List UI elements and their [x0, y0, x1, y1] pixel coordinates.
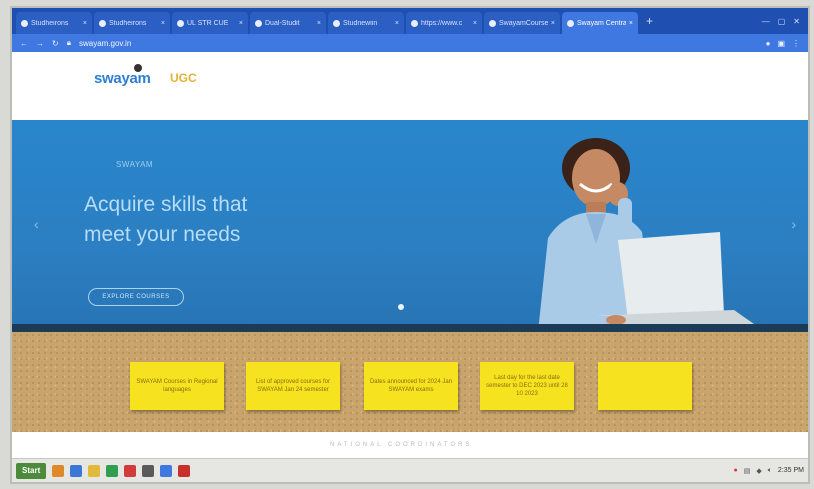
url-field[interactable]: swayam.gov.in [79, 39, 758, 48]
browser-tab[interactable]: https://www.c × [406, 12, 482, 34]
tab-label: Studheirons [109, 19, 147, 27]
chevron-left-icon[interactable]: ‹ [34, 216, 39, 232]
opera-icon[interactable] [124, 464, 137, 477]
browser-tab[interactable]: Studheirons × [16, 12, 92, 34]
minimize-icon[interactable]: — [762, 17, 770, 26]
announcement-board: SWAYAM Courses in Regional languages Lis… [12, 332, 808, 432]
shield-icon[interactable]: ◆ [756, 467, 761, 475]
browser-toolbar: ● ▣ ⋮ [766, 39, 800, 48]
close-icon[interactable]: × [317, 20, 321, 27]
footer-section: NATIONAL COORDINATORS [12, 432, 808, 458]
reload-icon[interactable]: ↻ [52, 39, 59, 48]
pdf-icon[interactable] [178, 464, 191, 477]
hero-eyebrow: SWAYAM [116, 160, 154, 169]
hero-title-line: Acquire skills that [84, 193, 248, 216]
lock-icon: 🔒︎ [66, 38, 71, 47]
start-button[interactable]: Start [16, 462, 47, 479]
browser-tab[interactable]: Studheirons × [94, 12, 170, 34]
browser-tab-strip: Studheirons × Studheirons × UL STR CUE × Du… [12, 8, 808, 34]
carousel-indicator[interactable] [398, 304, 404, 310]
menu-icon[interactable]: ⋮ [792, 39, 800, 48]
hero-banner: ‹ SWAYAM Acquire skills that meet your n… [12, 120, 808, 332]
favicon-icon [411, 19, 418, 27]
os-taskbar: Start ● ▤ ◆ 🔈︎ 2:35 PM [12, 458, 808, 482]
announcement-note[interactable]: Last day for the last date semester to D… [480, 362, 574, 410]
favicon-icon [99, 19, 106, 27]
tab-label: SwayamCourse [499, 19, 548, 27]
close-icon[interactable]: × [161, 20, 165, 27]
firefox-icon[interactable] [52, 464, 65, 477]
hero-title: Acquire skills that meet your needs [84, 190, 314, 250]
chevron-right-icon[interactable]: › [791, 216, 796, 232]
volume-icon[interactable]: 🔈︎ [768, 467, 772, 475]
tab-label: UL STR CUE [187, 19, 229, 27]
announcement-note[interactable]: SWAYAM Courses in Regional languages [130, 362, 224, 410]
favicon-icon [255, 19, 262, 27]
swayam-logo[interactable]: swayam [94, 70, 151, 87]
announcement-note[interactable]: List of approved courses for SWAYAM Jan … [246, 362, 340, 410]
taskbar-clock: 2:35 PM [777, 467, 804, 474]
hero-title-line: meet your needs [84, 223, 241, 246]
announcement-note[interactable] [598, 362, 692, 410]
explore-courses-button[interactable]: EXPLORE COURSES [88, 288, 184, 306]
back-icon[interactable]: ← [20, 39, 28, 48]
favicon-icon [333, 19, 340, 27]
browser-tab[interactable]: SwayamCourse × [484, 12, 560, 34]
favicon-icon [177, 19, 184, 27]
footer-heading: NATIONAL COORDINATORS [330, 442, 473, 448]
window-controls: — ▢ ✕ [762, 17, 808, 26]
folder-icon[interactable] [88, 464, 101, 477]
tab-label: Swayam Central [577, 19, 626, 27]
site-header: swayam UGC [12, 52, 808, 120]
tab-label: Studnewiin [343, 19, 378, 27]
close-icon[interactable]: × [473, 20, 477, 27]
profile-icon[interactable]: ● [766, 39, 771, 48]
monitor-screen: Studheirons × Studheirons × UL STR CUE × Du… [12, 8, 808, 482]
browser-tab[interactable]: Studnewiin × [328, 12, 404, 34]
maximize-icon[interactable]: ▢ [778, 17, 786, 26]
system-tray: ● ▤ ◆ 🔈︎ 2:35 PM [733, 467, 804, 475]
browser-tab[interactable]: UL STR CUE × [172, 12, 248, 34]
tab-label: Dual-Studit [265, 19, 300, 27]
announcement-note[interactable]: Dates announced for 2024 Jan SWAYAM exam… [364, 362, 458, 410]
close-icon[interactable]: × [239, 20, 243, 27]
student-with-laptop-image [538, 138, 754, 332]
ugc-logo: UGC [170, 71, 197, 85]
hero-bottom-edge [12, 324, 808, 332]
opera-tray-icon[interactable]: ● [733, 467, 737, 474]
browser-icon[interactable] [70, 464, 83, 477]
favicon-icon [489, 19, 496, 27]
tab-label: Studheirons [31, 19, 69, 27]
network-icon[interactable]: ▤ [744, 467, 751, 475]
favicon-icon [21, 19, 28, 27]
address-bar: ← → ↻ 🔒︎ swayam.gov.in ● ▣ ⋮ [12, 34, 808, 52]
tab-label: https://www.c [421, 19, 463, 27]
new-tab-icon[interactable]: + [640, 14, 659, 28]
chrome-icon[interactable] [160, 464, 173, 477]
app-icon[interactable] [142, 464, 155, 477]
forward-icon[interactable]: → [36, 39, 44, 48]
close-icon[interactable]: × [395, 20, 399, 27]
browser-tab[interactable]: Dual-Studit × [250, 12, 326, 34]
browser-tab-active[interactable]: Swayam Central × [562, 12, 638, 34]
close-icon[interactable]: × [83, 20, 87, 27]
close-window-icon[interactable]: ✕ [793, 17, 800, 26]
app-icon[interactable] [106, 464, 119, 477]
close-icon[interactable]: × [551, 20, 555, 27]
close-icon[interactable]: × [629, 20, 633, 27]
favicon-icon [567, 19, 574, 27]
extensions-icon[interactable]: ▣ [777, 39, 785, 48]
